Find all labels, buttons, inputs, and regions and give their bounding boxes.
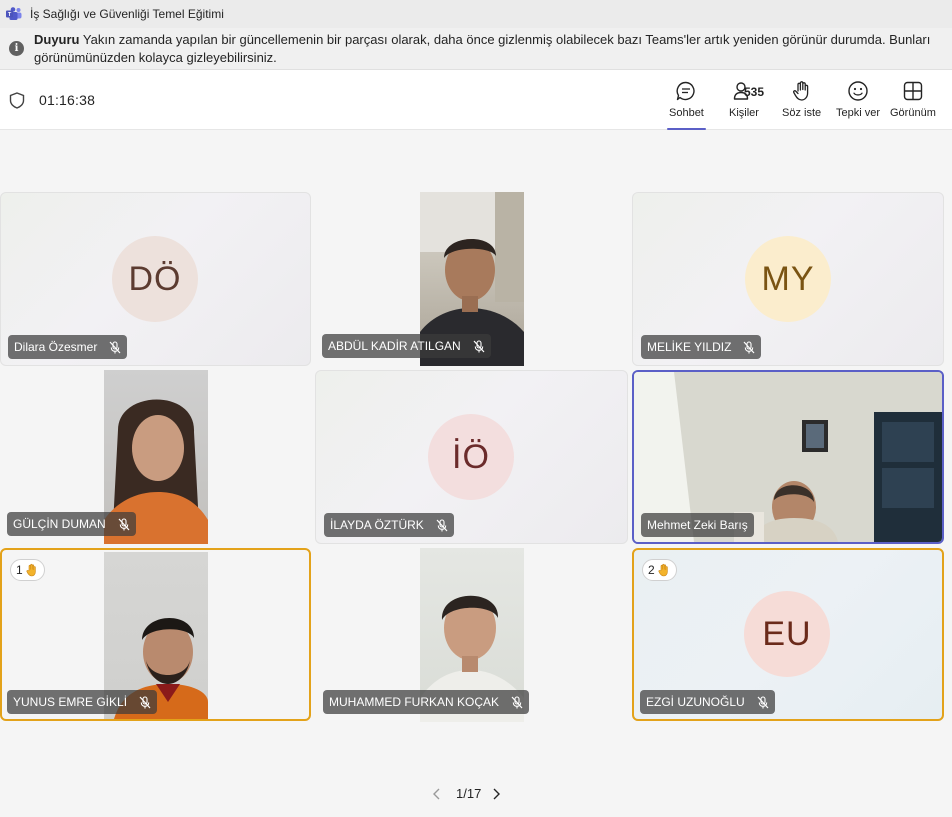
participant-name-label: Mehmet Zeki Barış xyxy=(641,513,754,537)
participant-name: Mehmet Zeki Barış xyxy=(647,518,748,532)
participant-name: ABDÜL KADİR ATILGAN xyxy=(328,339,461,353)
mic-off-icon xyxy=(757,695,769,709)
participant-name: Dilara Özesmer xyxy=(14,340,98,354)
teams-logo-icon: T xyxy=(6,7,22,20)
participant-name-label: YUNUS EMRE GİKLİ xyxy=(7,690,158,714)
avatar: EU xyxy=(744,591,830,677)
avatar: MY xyxy=(745,236,831,322)
react-button[interactable]: Tepki ver xyxy=(836,80,880,126)
meeting-toolbar: 01:16:38 Sohbet Kişiler 535 Söz iste Tep… xyxy=(0,70,952,130)
meeting-timer: 01:16:38 xyxy=(39,92,96,108)
smiley-icon xyxy=(848,81,868,101)
raised-hand-icon xyxy=(26,563,36,577)
window-title: İş Sağlığı ve Güvenliği Temel Eğitimi xyxy=(30,7,224,21)
view-label: Görünüm xyxy=(890,107,936,119)
banner-text-line2: görünümünüzden kolayca gizleyebilirsiniz… xyxy=(34,50,277,65)
participant-name: EZGİ UZUNOĞLU xyxy=(646,695,745,709)
participant-name: İLAYDA ÖZTÜRK xyxy=(330,518,424,532)
participant-tile[interactable]: MY MELİKE YILDIZ xyxy=(632,192,944,366)
participant-name-label: GÜLÇİN DUMAN xyxy=(7,512,136,536)
mic-off-icon xyxy=(743,340,756,354)
gallery-pager: 1/17 xyxy=(432,786,501,801)
participant-count: 535 xyxy=(744,85,765,99)
raise-hand-button[interactable]: Söz iste xyxy=(782,80,821,126)
participant-name-label: İLAYDA ÖZTÜRK xyxy=(324,513,454,537)
chevron-right-icon[interactable] xyxy=(491,788,501,800)
participant-name-label: Dilara Özesmer xyxy=(8,335,128,359)
info-icon: i xyxy=(9,41,24,56)
participant-tile-hand-raised[interactable]: EU 2 EZGİ UZUNOĞLU xyxy=(632,548,944,721)
raise-hand-icon xyxy=(792,81,808,101)
banner-text-line1: Yakın zamanda yapılan bir güncellemenin … xyxy=(82,32,931,47)
participant-tile[interactable]: DÖ Dilara Özesmer xyxy=(0,192,311,366)
participant-tile-active-speaker[interactable]: Mehmet Zeki Barış xyxy=(632,370,944,544)
raise-hand-label: Söz iste xyxy=(782,107,822,119)
react-label: Tepki ver xyxy=(836,107,881,119)
mic-off-icon xyxy=(109,340,121,354)
participant-name-label: EZGİ UZUNOĞLU xyxy=(640,690,775,714)
chat-label: Sohbet xyxy=(669,107,704,119)
participant-tile[interactable]: ABDÜL KADİR ATILGAN xyxy=(315,192,628,366)
participant-name: MELİKE YILDIZ xyxy=(647,340,732,354)
participant-tile[interactable]: MUHAMMED FURKAN KOÇAK xyxy=(315,548,628,722)
chevron-left-icon[interactable] xyxy=(432,788,442,800)
mic-off-icon xyxy=(436,518,448,532)
raised-hand-icon xyxy=(658,563,668,577)
hand-order: 1 xyxy=(16,563,23,577)
chat-icon xyxy=(676,81,696,101)
people-label: Kişiler xyxy=(729,107,759,119)
shield-icon[interactable] xyxy=(9,92,25,109)
participant-tile-hand-raised[interactable]: 1 YUNUS EMRE GİKLİ xyxy=(0,548,311,721)
participant-name-label: MELİKE YILDIZ xyxy=(641,335,762,359)
participant-name-label: ABDÜL KADİR ATILGAN xyxy=(322,334,491,358)
announcement-banner: i Duyuru Yakın zamanda yapılan bir günce… xyxy=(0,28,952,70)
avatar: İÖ xyxy=(428,414,514,500)
participant-tile[interactable]: İÖ İLAYDA ÖZTÜRK xyxy=(315,370,628,544)
avatar: DÖ xyxy=(112,236,198,322)
participant-name-label: MUHAMMED FURKAN KOÇAK xyxy=(323,690,530,714)
raised-hand-badge: 2 xyxy=(642,559,677,581)
participant-tile[interactable]: GÜLÇİN DUMAN xyxy=(0,370,311,544)
mic-off-icon xyxy=(511,695,523,709)
chat-button[interactable]: Sohbet xyxy=(667,80,706,130)
mic-off-icon xyxy=(118,517,130,531)
mic-off-icon xyxy=(473,339,485,353)
mic-off-icon xyxy=(139,695,151,709)
participant-name: MUHAMMED FURKAN KOÇAK xyxy=(329,695,500,709)
participant-name: GÜLÇİN DUMAN xyxy=(13,517,106,531)
window-titlebar: T İş Sağlığı ve Güvenliği Temel Eğitimi xyxy=(0,0,952,28)
grid-view-icon xyxy=(903,81,923,101)
hand-order: 2 xyxy=(648,563,655,577)
view-button[interactable]: Görünüm xyxy=(890,80,936,126)
banner-label: Duyuru xyxy=(34,32,80,47)
page-indicator: 1/17 xyxy=(456,786,482,801)
raised-hand-badge: 1 xyxy=(10,559,45,581)
participant-name: YUNUS EMRE GİKLİ xyxy=(13,695,128,709)
